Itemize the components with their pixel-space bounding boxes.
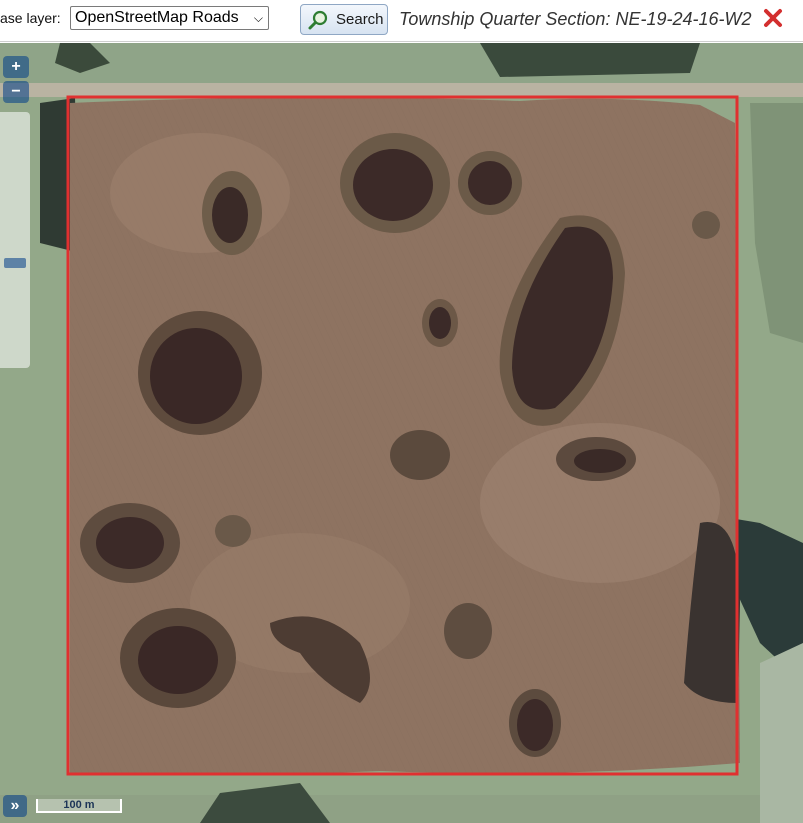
aerial-imagery: [0, 43, 803, 823]
scale-bar-label: 100 m: [63, 799, 95, 811]
search-button-label: Search: [336, 11, 384, 28]
map-view[interactable]: + − » 100 m: [0, 43, 803, 823]
base-layer-label: ase layer:: [0, 10, 61, 26]
zoom-in-button[interactable]: +: [3, 56, 29, 78]
toolbar: ase layer: OpenStreetMap Roads ⌵ Search …: [0, 0, 803, 42]
township-quarter-section: Township Quarter Section: NE-19-24-16-W2: [399, 9, 752, 29]
scale-bar: 100 m: [36, 799, 122, 813]
zoom-slider[interactable]: [0, 112, 30, 368]
zoom-slider-handle[interactable]: [4, 258, 26, 268]
base-layer-value: OpenStreetMap Roads: [75, 9, 239, 26]
close-icon[interactable]: [763, 8, 783, 28]
search-button[interactable]: Search: [300, 4, 388, 35]
chevron-down-icon: ⌵: [253, 11, 263, 25]
expand-button[interactable]: »: [3, 795, 27, 817]
search-icon: [308, 10, 328, 30]
zoom-out-button[interactable]: −: [3, 81, 29, 103]
base-layer-select[interactable]: OpenStreetMap Roads ⌵: [70, 6, 269, 30]
